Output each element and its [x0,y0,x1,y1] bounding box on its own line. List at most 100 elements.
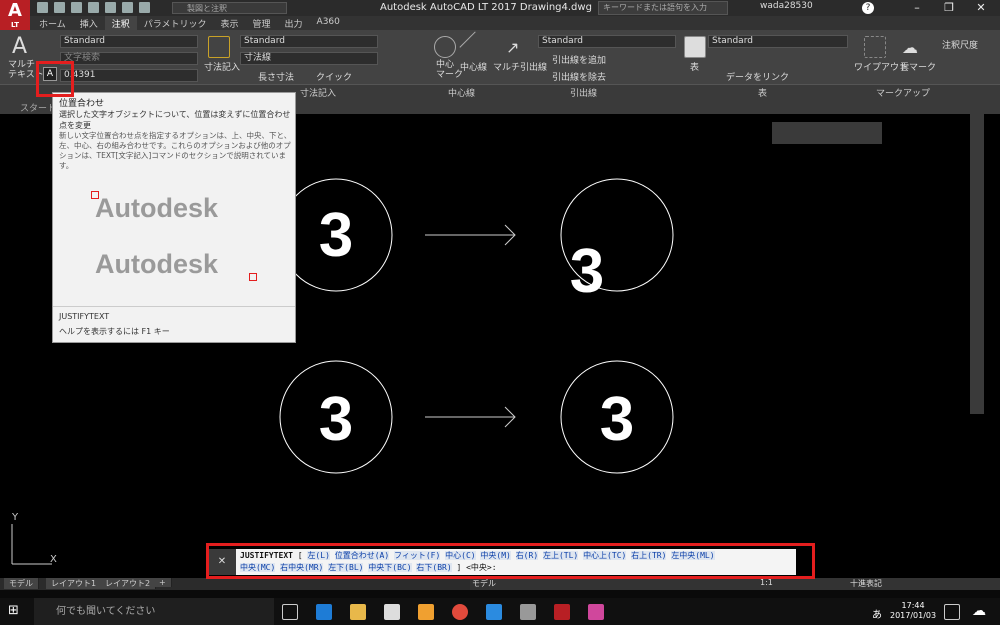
notification-icon[interactable] [944,604,960,620]
new-file-icon[interactable] [37,2,48,13]
multileader-icon[interactable]: ↗ [506,38,519,57]
help-icon[interactable]: ? [862,2,874,14]
edge-icon[interactable] [316,604,332,620]
dimension-icon[interactable] [208,36,230,58]
tab-manage[interactable]: 管理 [246,16,278,30]
status-model[interactable]: モデル [472,578,496,589]
annotation-scale-label[interactable]: 注釈尺度 [942,38,978,51]
redo-icon[interactable] [139,2,150,13]
layout-tab-2[interactable]: レイアウト2 [100,578,157,589]
quick-access-toolbar [34,2,153,13]
chrome-icon[interactable] [452,604,468,620]
wipeout-icon[interactable] [864,36,886,58]
text-style-dropdown[interactable]: Standard [60,35,198,48]
tooltip-description: 選択した文字オブジェクトについて、位置は変えずに位置合わせ点を変更 [59,110,291,130]
close-button[interactable]: ✕ [966,0,996,16]
dim-style-dropdown[interactable]: Standard [240,35,378,48]
search-input[interactable]: キーワードまたは語句を入力 [598,1,728,15]
separator [0,590,1000,598]
linear-dimension-button[interactable]: 長さ寸法 [258,70,294,83]
restore-button[interactable]: ❐ [934,0,964,16]
number-top-left: 3 [319,201,353,270]
tooltip-sample-word-2: Autodesk [95,249,219,279]
tooltip-command: JUSTIFYTEXT [59,312,110,321]
weather-icon[interactable]: ☁ [972,603,986,619]
dimension-label[interactable]: 寸法記入 [204,60,240,73]
application-menu-button[interactable]: A LT [0,0,30,30]
window-title: Autodesk AutoCAD LT 2017 Drawing4.dwg [380,2,592,13]
navigation-bar [772,122,882,144]
status-units[interactable]: 十進表記 [850,578,882,589]
tab-parametric[interactable]: パラメトリック [137,16,214,30]
table-label[interactable]: 表 [690,60,699,73]
autocad-taskbar-icon[interactable] [554,604,570,620]
centerline-label[interactable]: 中心線 [460,60,487,73]
revision-cloud-label[interactable]: 雲マーク [900,60,936,73]
grip-marker-1 [91,191,99,199]
status-bar: モデル 1:1 十進表記 [470,578,1000,590]
text-height-dropdown[interactable]: 0.4391 [60,69,198,82]
properties-palette-strip[interactable] [970,114,984,414]
cortana-search[interactable]: 何でも聞いてください [34,598,274,625]
layout-tab-model[interactable]: モデル [4,578,39,589]
quick-dimension-button[interactable]: クイック [316,70,352,83]
app-logo-sub: LT [10,21,20,29]
tab-view[interactable]: 表示 [214,16,246,30]
layout-tab-1[interactable]: レイアウト1 [46,578,103,589]
center-mark-label[interactable]: 中心 マーク [436,60,463,80]
store-icon[interactable] [384,604,400,620]
file-tab-start[interactable]: スタート [20,101,56,114]
number-bottom-right: 3 [600,385,634,454]
number-top-right: 3 [570,237,604,306]
dim-layer-dropdown[interactable]: 寸法線 [240,52,378,65]
multileader-label[interactable]: マルチ引出線 [493,60,547,73]
remove-leader-button[interactable]: 引出線を除去 [552,70,606,83]
revision-cloud-icon[interactable]: ☁ [902,38,918,57]
tab-a360[interactable]: A360 [310,16,347,30]
ucs-y-label: Y [11,512,19,523]
save-as-icon[interactable] [88,2,99,13]
undo-icon[interactable] [122,2,133,13]
highlight-command-line [206,543,815,579]
multiline-text-icon[interactable]: A [12,34,27,59]
workspace-selector[interactable]: 製図と注釈 [172,2,287,14]
data-link-button[interactable]: データをリンク [726,70,789,83]
windows-start-icon[interactable]: ⊞ [8,604,22,618]
tooltip-divider [53,306,295,307]
ie-icon[interactable] [486,604,502,620]
number-bottom-left: 3 [319,385,353,454]
tab-output[interactable]: 出力 [278,16,310,30]
centerline-icon[interactable] [459,31,491,63]
tooltip-help: ヘルプを表示するには F1 キー [59,327,170,336]
paint-icon[interactable] [520,604,536,620]
clock[interactable]: 17:44 2017/01/03 [890,601,936,621]
center-mark-icon[interactable] [434,36,456,58]
table-style-dropdown[interactable]: Standard [708,35,848,48]
file-explorer-icon[interactable] [350,604,366,620]
save-icon[interactable] [71,2,82,13]
find-text-input[interactable]: 文字検索 [60,52,198,65]
tab-home[interactable]: ホーム [32,16,73,30]
tooltip-long-description: 新しい文字位置合わせ点を指定するオプションは、上、中央、下と、左、中心、右の組み… [59,131,292,170]
grip-marker-2 [249,273,257,281]
media-player-icon[interactable] [418,604,434,620]
task-view-icon[interactable] [282,604,298,620]
table-icon[interactable] [684,36,706,58]
print-icon[interactable] [105,2,116,13]
tooltip-sample-word-1: Autodesk [95,193,219,223]
add-leader-button[interactable]: 引出線を追加 [552,53,606,66]
layout-tabs: モデル レイアウト1 レイアウト2 + [0,578,470,590]
ime-indicator[interactable]: あ [872,606,882,621]
tab-annotate[interactable]: 注釈 [104,16,137,30]
tab-insert[interactable]: 挿入 [73,16,105,30]
minimize-button[interactable]: – [902,0,932,16]
clock-date: 2017/01/03 [890,611,937,620]
windows-taskbar: ⊞ 何でも聞いてください あ 17:44 2017/01/03 ☁ [0,598,1000,625]
status-scale[interactable]: 1:1 [760,578,773,587]
user-account[interactable]: wada28530 [760,1,813,11]
open-file-icon[interactable] [54,2,65,13]
app-taskbar-icon[interactable] [588,604,604,620]
add-layout-button[interactable]: + [154,578,172,587]
ucs-x-label: X [50,554,57,565]
leader-style-dropdown[interactable]: Standard [538,35,676,48]
